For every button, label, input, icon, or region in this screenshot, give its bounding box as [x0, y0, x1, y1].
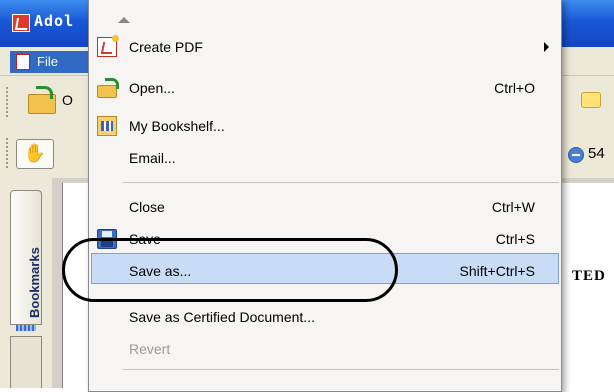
zoom-value: 54 — [588, 145, 605, 162]
menu-item-label: Save as... — [129, 263, 192, 279]
hand-tool-button[interactable]: ✋ — [16, 139, 54, 169]
menu-item-save-as[interactable]: Save as... Shift+Ctrl+S — [89, 255, 561, 287]
menu-item-my-bookshelf[interactable]: My Bookshelf... — [89, 110, 561, 142]
open-arrow-icon — [36, 86, 53, 99]
menu-item-revert: Revert — [89, 333, 561, 365]
menu-item-shortcut: Ctrl+S — [495, 231, 535, 247]
menu-item-label: Open... — [129, 80, 175, 96]
acrobat-logo-icon — [12, 14, 30, 32]
menu-item-close[interactable]: Close Ctrl+W — [89, 191, 561, 223]
menu-item-shortcut: Shift+Ctrl+S — [459, 263, 535, 279]
signatures-tab[interactable] — [10, 336, 42, 388]
menu-item-email[interactable]: Email... — [89, 142, 561, 174]
menu-item-shortcut: Ctrl+W — [491, 199, 535, 215]
menu-item-save[interactable]: Save Ctrl+S — [89, 223, 561, 255]
menu-item-label: Save — [129, 231, 161, 247]
comment-bubble-icon — [581, 92, 601, 108]
bookmarks-tab-indicator — [16, 325, 36, 331]
open-folder-icon — [97, 78, 119, 98]
menu-item-label: My Bookshelf... — [129, 118, 225, 134]
menu-item-label: Revert — [129, 341, 171, 357]
open-toolbar-label: O — [62, 92, 73, 108]
bookmarks-tab-label: Bookmarks — [27, 247, 42, 318]
bookshelf-icon — [97, 116, 117, 136]
menu-item-label: Save as Certified Document... — [129, 309, 315, 325]
menu-item-create-pdf[interactable]: Create PDF — [89, 31, 561, 63]
pdf-document-icon — [16, 54, 30, 70]
open-toolbar-button[interactable] — [24, 86, 58, 116]
zoom-out-icon[interactable] — [568, 147, 584, 163]
window-title: Adol — [34, 12, 75, 30]
menu-item-label: Email... — [129, 150, 176, 166]
submenu-arrow-icon — [544, 42, 549, 52]
comment-toolbar-button[interactable] — [575, 88, 603, 114]
menu-separator — [123, 369, 559, 370]
create-pdf-icon — [97, 35, 119, 57]
menu-item-label: Close — [129, 199, 165, 215]
menu-item-open[interactable]: Open... Ctrl+O — [89, 72, 561, 104]
save-disk-icon — [97, 229, 117, 249]
menu-item-shortcut: Ctrl+O — [494, 80, 535, 96]
open-arrow-shape — [105, 78, 119, 89]
toolbar-grip[interactable] — [6, 138, 12, 168]
file-dropdown-menu: Create PDF Open... Ctrl+O My Bookshelf..… — [88, 0, 562, 392]
menu-item-save-as-certified[interactable]: Save as Certified Document... — [89, 301, 561, 333]
menu-item-label: Create PDF — [129, 39, 203, 55]
file-menu-label: File — [37, 54, 58, 69]
toolbar-grip[interactable] — [6, 87, 12, 117]
hand-icon: ✋ — [23, 143, 47, 164]
menu-separator — [123, 182, 559, 183]
file-menu-button[interactable]: File — [10, 51, 90, 73]
menu-scroll-up-icon[interactable] — [118, 17, 130, 23]
document-text: TED — [572, 268, 606, 284]
